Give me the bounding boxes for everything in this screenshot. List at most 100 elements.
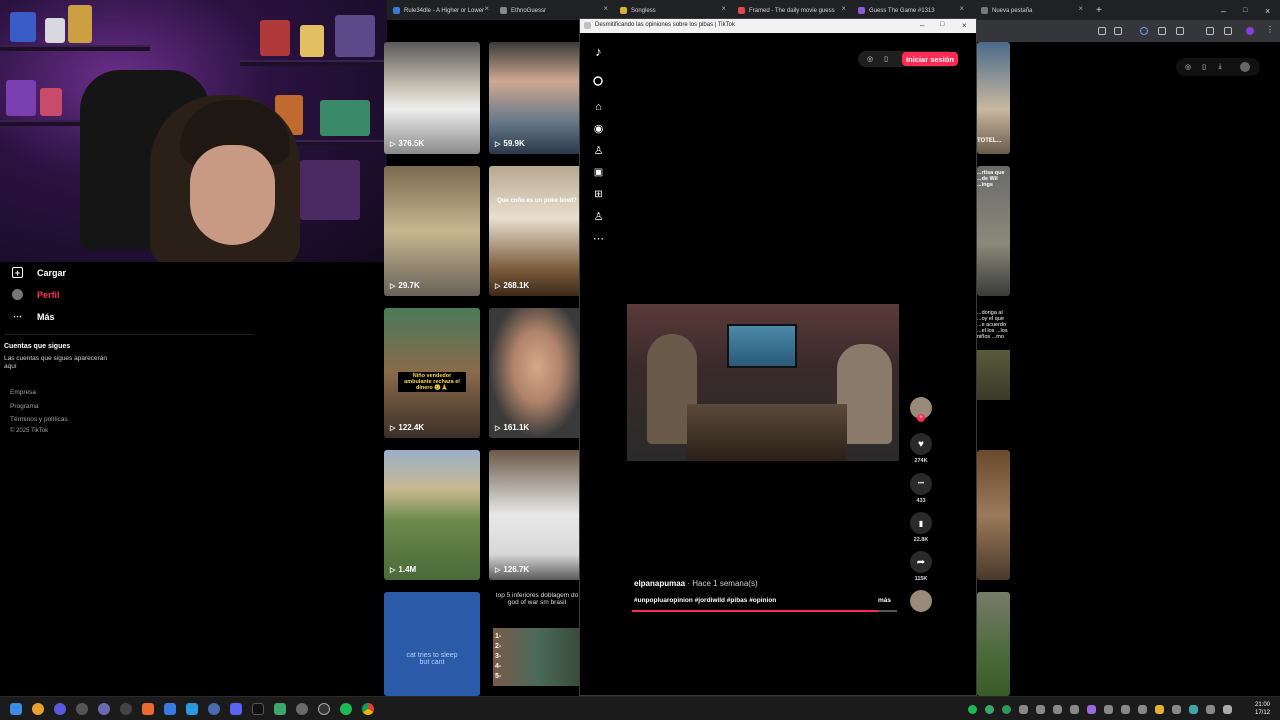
app-icon[interactable] (76, 703, 88, 715)
video-thumbnail[interactable]: ...rtisa que ...de Wil ...ings (977, 166, 1010, 296)
tray-icon[interactable] (1121, 705, 1130, 714)
sidebar-item-upload[interactable]: + Cargar (12, 267, 66, 278)
close-icon[interactable]: × (484, 4, 489, 13)
tray-icon[interactable] (968, 705, 977, 714)
spotify-icon[interactable] (340, 703, 352, 715)
tray-icon[interactable] (1172, 705, 1181, 714)
start-icon[interactable] (10, 703, 22, 715)
app-icon[interactable] (186, 703, 198, 715)
video-thumbnail[interactable]: ▷ 126.7K (489, 450, 585, 580)
browser-tab[interactable]: Rule34dle - A Higher or Lower × (387, 3, 493, 18)
video-progress-bar[interactable] (632, 610, 897, 612)
browser-tab[interactable]: Songless × (614, 3, 730, 18)
tray-icon[interactable] (1138, 705, 1147, 714)
creator-avatar[interactable]: + (910, 397, 932, 422)
tray-icon[interactable] (1019, 705, 1028, 714)
video-thumbnail[interactable]: TOTEL... (977, 42, 1010, 154)
close-window-icon[interactable]: × (1259, 3, 1271, 18)
avatar[interactable] (1240, 62, 1250, 72)
extension-icon[interactable] (1158, 27, 1166, 35)
tiktok-logo-icon[interactable]: ♪ (592, 44, 605, 59)
upload-icon[interactable]: ⊞ (592, 188, 605, 201)
profile-icon[interactable]: ♙ (592, 210, 605, 223)
bookmark-action[interactable]: ▮ 22.8K (910, 512, 932, 543)
tray-icon[interactable] (1053, 705, 1062, 714)
close-icon[interactable]: × (962, 21, 967, 30)
tiktok-icon[interactable] (252, 703, 264, 715)
browser-tab[interactable]: Framed - The daily movie guess × (732, 3, 850, 18)
download-icon[interactable]: ⤓ (1216, 63, 1224, 71)
extension-icon[interactable] (1140, 27, 1148, 35)
tray-icon[interactable] (1036, 705, 1045, 714)
search-icon[interactable] (592, 75, 605, 88)
close-icon[interactable]: × (959, 4, 964, 13)
video-thumbnail[interactable] (977, 450, 1010, 580)
explore-icon[interactable]: ◉ (592, 122, 605, 135)
footer-link-terms[interactable]: Términos y políticas (10, 416, 68, 423)
maximize-icon[interactable]: □ (1237, 3, 1249, 18)
menu-icon[interactable]: ⋮ (1266, 25, 1274, 34)
browser-tab[interactable]: EthnoGuessr × (494, 3, 612, 18)
close-icon[interactable]: × (1078, 4, 1083, 13)
app-icon[interactable] (208, 703, 220, 715)
tray-icon[interactable] (1070, 705, 1079, 714)
video-author[interactable]: elpanapumaa · Hace 1 semana(s) (634, 579, 758, 588)
more-link[interactable]: más (878, 597, 891, 604)
chrome-icon[interactable] (362, 703, 374, 715)
gauge-icon[interactable]: ◎ (866, 55, 874, 63)
tray-icon[interactable] (1002, 705, 1011, 714)
video-thumbnail[interactable]: ...donga al ...oy el que ...e acuerdo ..… (977, 308, 1010, 438)
sound-avatar[interactable] (910, 590, 932, 612)
sidebar-item-profile[interactable]: Perfil (12, 289, 60, 300)
star-icon[interactable] (1114, 27, 1122, 35)
sidebar-item-more[interactable]: ⋯ Más (12, 311, 55, 322)
tray-icon[interactable] (1087, 705, 1096, 714)
close-icon[interactable]: × (721, 4, 726, 13)
video-thumbnail[interactable]: Que coño es un poke bowl? ▷ 268.1K (489, 166, 585, 296)
install-icon[interactable] (1098, 27, 1106, 35)
home-icon[interactable]: ⌂ (592, 100, 605, 113)
app-icon[interactable] (54, 703, 66, 715)
share-action[interactable]: ➦ 115K (910, 551, 932, 582)
tray-icon[interactable] (985, 705, 994, 714)
footer-link-program[interactable]: Programa (10, 403, 39, 410)
close-icon[interactable]: × (603, 4, 608, 13)
tray-icon[interactable] (1104, 705, 1113, 714)
video-hashtags[interactable]: #unpopluaropinion #jordiwild #pibas #opi… (634, 597, 776, 604)
close-icon[interactable]: × (841, 4, 846, 13)
gauge-icon[interactable]: ◎ (1184, 63, 1192, 71)
obs-icon[interactable] (318, 703, 330, 715)
system-clock[interactable]: 21:00 17/12 (1255, 701, 1270, 717)
video-player[interactable] (627, 304, 899, 461)
browser-tab[interactable]: Guess The Game #1313 × (852, 3, 968, 18)
video-thumbnail[interactable]: ▷ 1.4M (384, 450, 480, 580)
maximize-icon[interactable]: □ (940, 21, 944, 28)
tray-icon[interactable] (1189, 705, 1198, 714)
discord-icon[interactable] (230, 703, 242, 715)
comment-action[interactable]: ••• 433 (910, 473, 932, 504)
search-icon[interactable] (32, 703, 44, 715)
tray-icon[interactable] (1206, 705, 1215, 714)
minimize-icon[interactable]: – (1215, 3, 1227, 18)
app-icon[interactable] (164, 703, 176, 715)
bookmarks-icon[interactable] (1206, 27, 1214, 35)
extension-icon[interactable] (1176, 27, 1184, 35)
live-icon[interactable]: ▣ (592, 166, 605, 179)
video-thumbnail[interactable]: top 5 inferiores doblagem do god of war … (489, 592, 585, 696)
app-icon[interactable] (296, 703, 308, 715)
app-icon[interactable] (120, 703, 132, 715)
like-action[interactable]: ♥ 274K (910, 433, 932, 464)
author-name[interactable]: elpanapumaa (634, 579, 685, 588)
phone-icon[interactable]: ▯ (1200, 63, 1208, 71)
video-thumbnail[interactable]: ▷ 29.7K (384, 166, 480, 296)
tray-icon[interactable] (1155, 705, 1164, 714)
video-thumbnail[interactable]: Niño vendedor ambulante rechaza el diner… (384, 308, 480, 438)
app-icon[interactable] (98, 703, 110, 715)
browser-tab[interactable]: Nueva pestaña × (975, 3, 1087, 18)
window-titlebar[interactable]: Desmitificando las opiniones sobre los p… (580, 19, 976, 33)
sidebar-icon[interactable] (1224, 27, 1232, 35)
video-thumbnail[interactable]: ▷ 59.9K (489, 42, 585, 154)
login-button[interactable]: Iniciar sesión (902, 52, 958, 66)
app-icon[interactable] (274, 703, 286, 715)
video-thumbnail[interactable]: cat tries to sleep but cant (384, 592, 480, 696)
